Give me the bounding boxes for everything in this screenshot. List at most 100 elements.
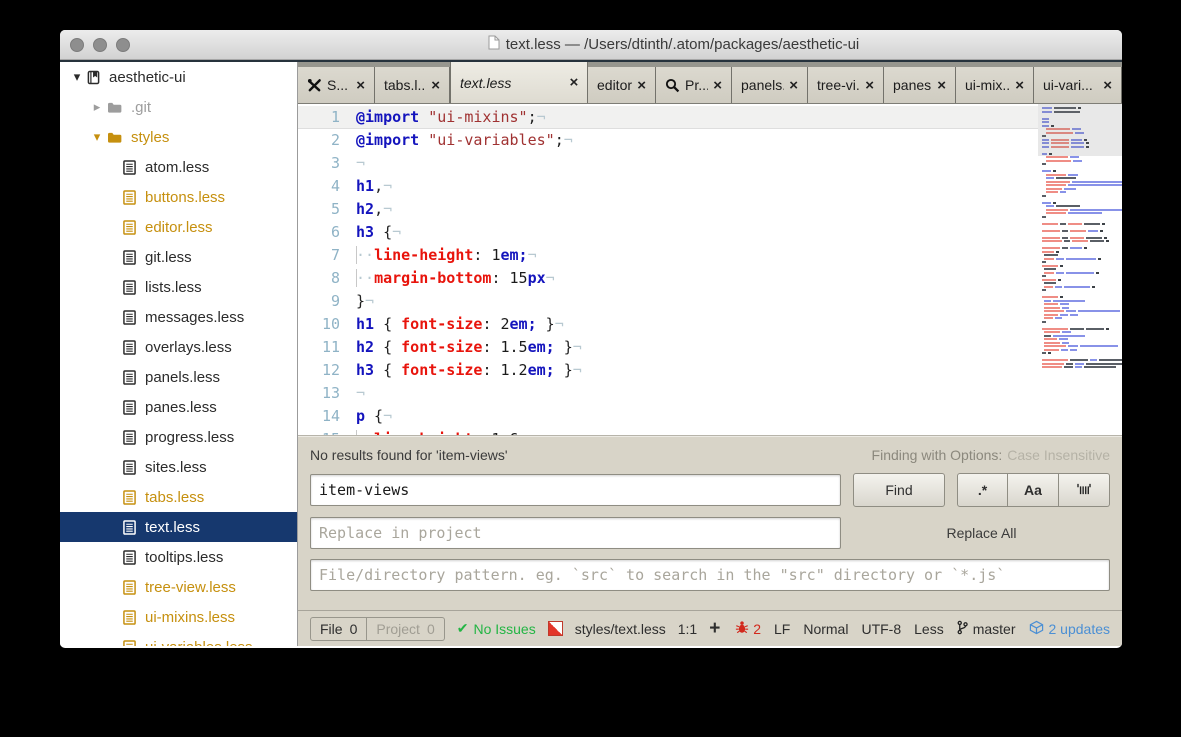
code-line-14[interactable]: 14 p {¬ xyxy=(298,405,1122,428)
tree-item-text-less[interactable]: text.less xyxy=(60,512,297,542)
chevron-down-icon[interactable]: ▾ xyxy=(67,69,87,85)
minimap-segment xyxy=(1042,222,1058,225)
tab-close-icon[interactable]: × xyxy=(431,78,440,93)
minimize-window-button[interactable] xyxy=(93,38,107,52)
tree-item-messages-less[interactable]: messages.less xyxy=(60,302,297,332)
line-number: 7 xyxy=(330,246,340,264)
line-ending-status[interactable]: LF xyxy=(774,621,790,637)
tree-item-editor-less[interactable]: editor.less xyxy=(60,212,297,242)
editor[interactable]: 1 @import "ui-mixins";¬ 2 @import "ui-varia… xyxy=(298,104,1122,435)
replace-all-button[interactable]: Replace All xyxy=(853,525,1110,541)
tree-item-aesthetic-ui[interactable]: ▾ aesthetic-ui xyxy=(60,62,297,92)
tree-item-overlays-less[interactable]: overlays.less xyxy=(60,332,297,362)
minimap-row xyxy=(1042,366,1122,368)
minimap-segment xyxy=(1092,285,1095,288)
tree-item-label: tooltips.less xyxy=(145,548,224,566)
case-option-button[interactable]: Aa xyxy=(1008,473,1059,507)
no-issues-status[interactable]: ✔ No Issues xyxy=(457,620,536,637)
code-line-9[interactable]: 9}¬ xyxy=(298,290,1122,313)
tree-item-lists-less[interactable]: lists.less xyxy=(60,272,297,302)
bug-report-status[interactable]: 2 xyxy=(735,620,761,637)
tab-editor-[interactable]: editor.... × xyxy=(588,67,656,103)
code-line-4[interactable]: 4 h1,¬ xyxy=(298,175,1122,198)
replace-input[interactable] xyxy=(310,517,841,549)
code-line-10[interactable]: 10 h1 { font-size: 2em; }¬ xyxy=(298,313,1122,336)
tab-panes-[interactable]: panes... × xyxy=(884,67,956,103)
find-button[interactable]: Find xyxy=(853,473,945,507)
code-line-5[interactable]: 5 h2,¬ xyxy=(298,198,1122,221)
tab-ui-mix-[interactable]: ui-mix... × xyxy=(956,67,1034,103)
tab-close-icon[interactable]: × xyxy=(356,78,365,93)
minimap[interactable] xyxy=(1038,104,1122,435)
tab-close-icon[interactable]: × xyxy=(865,78,874,93)
tab-S-[interactable]: S... × xyxy=(298,67,375,103)
code-line-11[interactable]: 11 h2 { font-size: 1.5em; }¬ xyxy=(298,336,1122,359)
minimap-segment xyxy=(1059,338,1068,340)
grammar-status[interactable]: Less xyxy=(914,621,944,637)
tab-close-icon[interactable]: × xyxy=(713,78,722,93)
tree-item-tooltips-less[interactable]: tooltips.less xyxy=(60,542,297,572)
minimap-row xyxy=(1046,212,1122,214)
code-line-2[interactable]: 2 @import "ui-variables";¬ xyxy=(298,129,1122,152)
plus-button[interactable]: + xyxy=(709,618,720,640)
tab-close-icon[interactable]: × xyxy=(569,75,578,90)
code-line-12[interactable]: 12 h3 { font-size: 1.2em; }¬ xyxy=(298,359,1122,382)
tab-close-icon[interactable]: × xyxy=(789,78,798,93)
tab-text-less[interactable]: text.less × xyxy=(450,62,588,103)
tree-item-atom-less[interactable]: atom.less xyxy=(60,152,297,182)
tab-panels-[interactable]: panels... × xyxy=(732,67,808,103)
minimap-visible-region[interactable] xyxy=(1038,104,1122,156)
tree-item-tree-view-less[interactable]: tree-view.less xyxy=(60,572,297,602)
code-line-6[interactable]: 6 h3 {¬ xyxy=(298,221,1122,244)
path-pattern-input[interactable] xyxy=(310,559,1110,591)
regex-option-button[interactable]: .* xyxy=(957,473,1008,507)
selection-option-button[interactable] xyxy=(1059,473,1110,507)
tree-item-git-less[interactable]: git.less xyxy=(60,242,297,272)
encoding-status[interactable]: UTF-8 xyxy=(861,621,901,637)
find-input[interactable] xyxy=(310,474,841,506)
zoom-window-button[interactable] xyxy=(116,38,130,52)
tab-Pr-[interactable]: Pr... × xyxy=(656,67,732,103)
tree-item-ui-mixins-less[interactable]: ui-mixins.less xyxy=(60,602,297,632)
git-branch-status[interactable]: master xyxy=(957,620,1016,638)
tree-item-progress-less[interactable]: progress.less xyxy=(60,422,297,452)
tab-close-icon[interactable]: × xyxy=(1015,78,1024,93)
tree-item-buttons-less[interactable]: buttons.less xyxy=(60,182,297,212)
tree-item-ui-variables-less[interactable]: ui-variables.less xyxy=(60,632,297,646)
window-titlebar[interactable]: text.less — /Users/dtinth/.atom/packages… xyxy=(60,30,1122,60)
chevron-right-icon[interactable]: ▸ xyxy=(87,99,107,115)
file-issues-count: 0 xyxy=(349,620,358,637)
close-window-button[interactable] xyxy=(70,38,84,52)
tree-item-tabs-less[interactable]: tabs.less xyxy=(60,482,297,512)
tree-item-styles[interactable]: ▾ styles xyxy=(60,122,297,152)
tree-item--git[interactable]: ▸ .git xyxy=(60,92,297,122)
cursor-position-status[interactable]: 1:1 xyxy=(678,621,697,637)
tree-item-sites-less[interactable]: sites.less xyxy=(60,452,297,482)
linter-toggle-icon[interactable] xyxy=(547,621,563,636)
find-options-value: Case Insensitive xyxy=(1007,447,1110,463)
tab-tree-vi-[interactable]: tree-vi... × xyxy=(808,67,884,103)
minimap-segment xyxy=(1042,215,1046,218)
code-area[interactable]: 1 @import "ui-mixins";¬ 2 @import "ui-varia… xyxy=(298,104,1122,435)
vim-mode-status[interactable]: Normal xyxy=(803,621,848,637)
tab-close-icon[interactable]: × xyxy=(1103,78,1112,93)
code-line-1[interactable]: 1 @import "ui-mixins";¬ xyxy=(298,106,1122,129)
tree-item-panels-less[interactable]: panels.less xyxy=(60,362,297,392)
tree-view[interactable]: ▾ aesthetic-ui ▸ .git ▾ styles atom.less button… xyxy=(60,62,298,646)
code-line-3[interactable]: 3 ¬ xyxy=(298,152,1122,175)
tree-item-panes-less[interactable]: panes.less xyxy=(60,392,297,422)
tab-label: tabs.l... xyxy=(384,77,427,93)
project-issues-button[interactable]: Project 0 xyxy=(367,616,445,641)
tab-ui-vari-[interactable]: ui-vari... × xyxy=(1034,67,1122,103)
chevron-down-icon[interactable]: ▾ xyxy=(87,129,107,145)
tab-close-icon[interactable]: × xyxy=(937,78,946,93)
tab-tabs-l-[interactable]: tabs.l... × xyxy=(375,67,450,103)
package-updates-status[interactable]: 2 updates xyxy=(1029,620,1110,638)
code-line-7[interactable]: 7 ··line-height: 1em;¬ xyxy=(298,244,1122,267)
tab-close-icon[interactable]: × xyxy=(637,78,646,93)
code-line-13[interactable]: 13 ¬ xyxy=(298,382,1122,405)
file-issues-button[interactable]: File 0 xyxy=(310,616,368,641)
file-path-status[interactable]: styles/text.less xyxy=(575,621,666,637)
code-line-8[interactable]: 8 ··margin-bottom: 15px¬ xyxy=(298,267,1122,290)
code-line-15[interactable]: 15··line-height: 1.6;¬ xyxy=(298,428,1122,435)
